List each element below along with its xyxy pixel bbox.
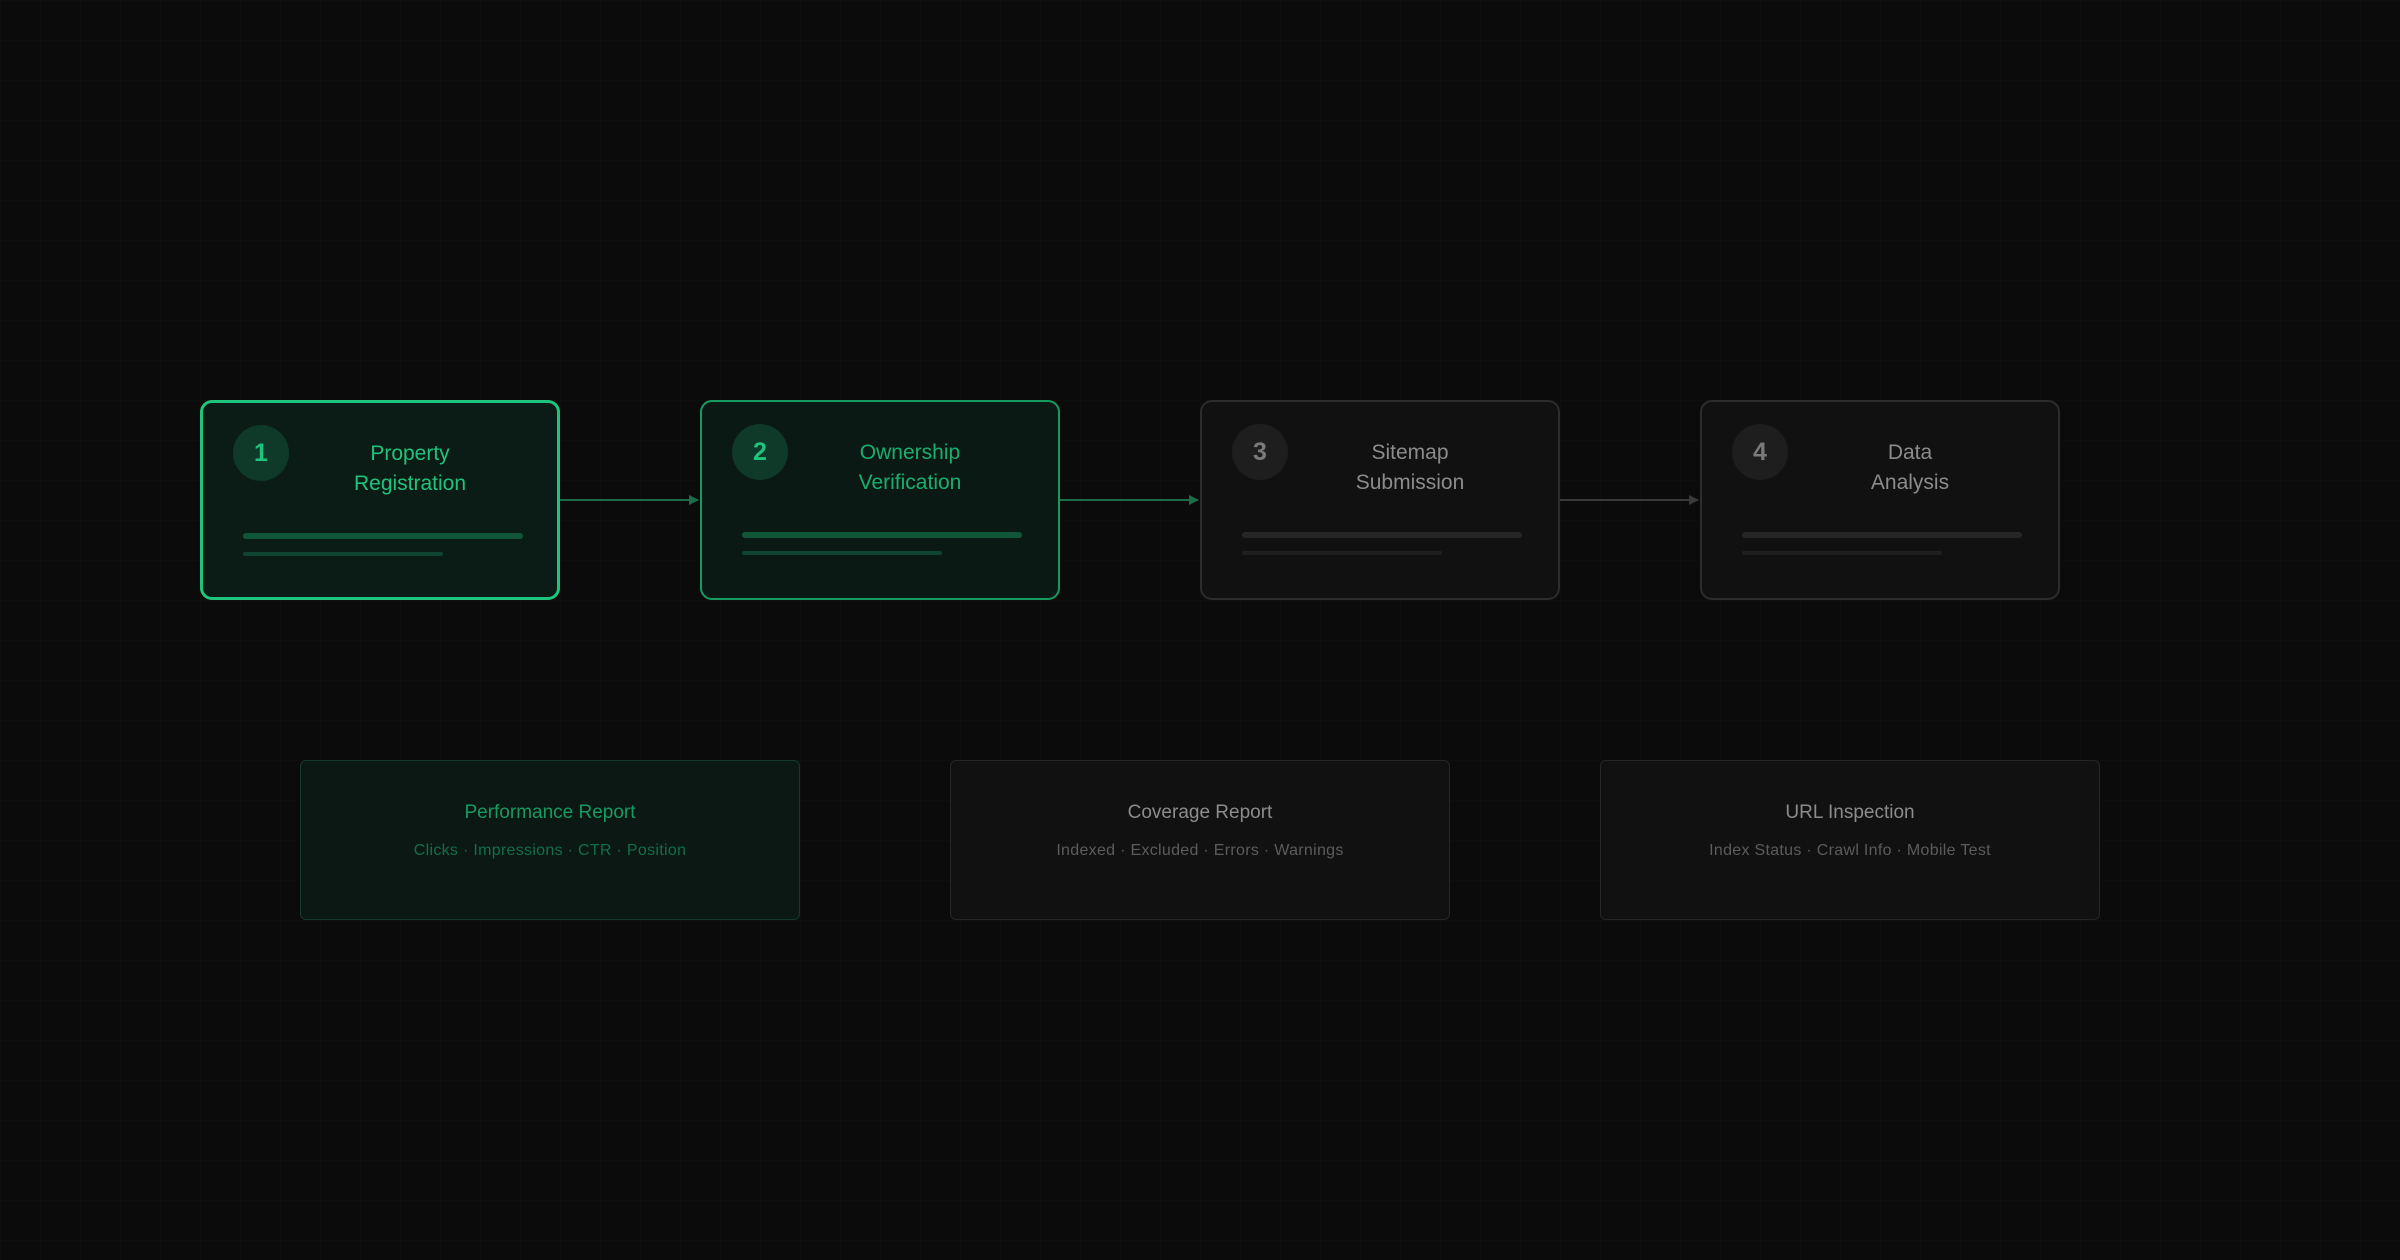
step-title: Sitemap Submission <box>1355 441 1465 494</box>
step-property-registration[interactable]: 1 Property Registration <box>200 400 560 600</box>
report-title: URL Inspection <box>1785 802 1915 823</box>
report-card-coverage[interactable]: Coverage Report Indexed · Excluded · Err… <box>950 760 1450 920</box>
step-title: Data Analysis <box>1870 441 1950 494</box>
report-metrics: Indexed · Excluded · Errors · Warnings <box>1056 842 1344 859</box>
placeholder-bar-short <box>1242 551 1442 555</box>
placeholder-bar <box>1242 532 1522 538</box>
report-metrics: Index Status · Crawl Info · Mobile Test <box>1709 842 1991 859</box>
report-metrics: Clicks · Impressions · CTR · Position <box>413 842 687 859</box>
step-connectors <box>560 495 1699 505</box>
step-sitemap-submission[interactable]: 3 Sitemap Submission <box>1200 400 1560 600</box>
report-card-url-inspection[interactable]: URL Inspection Index Status · Crawl Info… <box>1600 760 2100 920</box>
report-title: Performance Report <box>464 802 636 823</box>
diagram-canvas: 1 Property Registration 2 Ownership Veri… <box>0 0 2400 1260</box>
placeholder-bar-short <box>1742 551 1942 555</box>
placeholder-bar-short <box>742 551 942 555</box>
step-data-analysis[interactable]: 4 Data Analysis <box>1700 400 2060 600</box>
placeholder-bar <box>742 532 1022 538</box>
step-ownership-verification[interactable]: 2 Ownership Verification <box>700 400 1060 600</box>
step-title: Property Registration <box>353 442 467 495</box>
report-card-performance[interactable]: Performance Report Clicks · Impressions … <box>300 760 800 920</box>
placeholder-bar-short <box>243 552 443 556</box>
placeholder-bar <box>243 533 523 539</box>
placeholder-bar <box>1742 532 2022 538</box>
step-title: Ownership Verification <box>858 441 962 494</box>
report-title: Coverage Report <box>1127 802 1273 823</box>
